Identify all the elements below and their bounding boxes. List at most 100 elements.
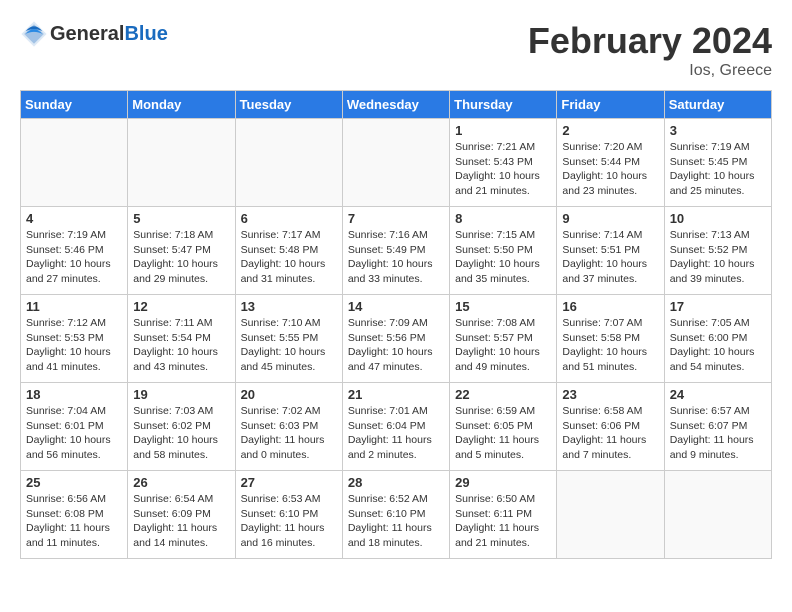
calendar-cell: 24 Sunrise: 6:57 AM Sunset: 6:07 PM Dayli… <box>664 383 771 471</box>
calendar-cell: 2 Sunrise: 7:20 AM Sunset: 5:44 PM Daylig… <box>557 119 664 207</box>
page-header: GeneralBlue February 2024 Ios, Greece <box>20 20 772 80</box>
day-info: Sunrise: 7:02 AM Sunset: 6:03 PM Dayligh… <box>241 404 337 463</box>
day-number: 9 <box>562 211 658 226</box>
calendar-week-row: 25 Sunrise: 6:56 AM Sunset: 6:08 PM Dayli… <box>21 471 772 559</box>
day-number: 18 <box>26 387 122 402</box>
day-number: 15 <box>455 299 551 314</box>
weekday-header: Monday <box>128 91 235 119</box>
day-info: Sunrise: 7:08 AM Sunset: 5:57 PM Dayligh… <box>455 316 551 375</box>
day-number: 8 <box>455 211 551 226</box>
day-number: 6 <box>241 211 337 226</box>
day-info: Sunrise: 7:03 AM Sunset: 6:02 PM Dayligh… <box>133 404 229 463</box>
day-number: 10 <box>670 211 766 226</box>
day-number: 4 <box>26 211 122 226</box>
day-info: Sunrise: 7:11 AM Sunset: 5:54 PM Dayligh… <box>133 316 229 375</box>
calendar-cell: 14Sunrise: 7:09 AM Sunset: 5:56 PM Dayli… <box>342 295 449 383</box>
day-info: Sunrise: 7:14 AM Sunset: 5:51 PM Dayligh… <box>562 228 658 287</box>
day-info: Sunrise: 7:19 AM Sunset: 5:46 PM Dayligh… <box>26 228 122 287</box>
weekday-header: Wednesday <box>342 91 449 119</box>
day-info: Sunrise: 7:21 AM Sunset: 5:43 PM Dayligh… <box>455 140 551 199</box>
day-number: 21 <box>348 387 444 402</box>
day-number: 7 <box>348 211 444 226</box>
calendar-week-row: 18 Sunrise: 7:04 AM Sunset: 6:01 PM Dayli… <box>21 383 772 471</box>
day-info: Sunrise: 7:09 AM Sunset: 5:56 PM Dayligh… <box>348 316 444 375</box>
day-info: Sunrise: 6:58 AM Sunset: 6:06 PM Dayligh… <box>562 404 658 463</box>
day-number: 27 <box>241 475 337 490</box>
day-info: Sunrise: 7:12 AM Sunset: 5:53 PM Dayligh… <box>26 316 122 375</box>
month-title: February 2024 <box>528 20 772 62</box>
day-info: Sunrise: 7:15 AM Sunset: 5:50 PM Dayligh… <box>455 228 551 287</box>
day-number: 28 <box>348 475 444 490</box>
calendar-cell <box>557 471 664 559</box>
logo: GeneralBlue <box>20 20 168 48</box>
day-number: 17 <box>670 299 766 314</box>
day-info: Sunrise: 6:50 AM Sunset: 6:11 PM Dayligh… <box>455 492 551 551</box>
day-info: Sunrise: 6:52 AM Sunset: 6:10 PM Dayligh… <box>348 492 444 551</box>
calendar-week-row: 1 Sunrise: 7:21 AM Sunset: 5:43 PM Daylig… <box>21 119 772 207</box>
day-number: 1 <box>455 123 551 138</box>
calendar-cell: 17 Sunrise: 7:05 AM Sunset: 6:00 PM Dayli… <box>664 295 771 383</box>
calendar-cell: 11 Sunrise: 7:12 AM Sunset: 5:53 PM Dayli… <box>21 295 128 383</box>
day-info: Sunrise: 6:56 AM Sunset: 6:08 PM Dayligh… <box>26 492 122 551</box>
calendar-cell: 20 Sunrise: 7:02 AM Sunset: 6:03 PM Dayli… <box>235 383 342 471</box>
calendar-cell: 18 Sunrise: 7:04 AM Sunset: 6:01 PM Dayli… <box>21 383 128 471</box>
calendar-cell: 1 Sunrise: 7:21 AM Sunset: 5:43 PM Daylig… <box>450 119 557 207</box>
day-info: Sunrise: 6:57 AM Sunset: 6:07 PM Dayligh… <box>670 404 766 463</box>
calendar-cell: 7 Sunrise: 7:16 AM Sunset: 5:49 PM Daylig… <box>342 207 449 295</box>
calendar-cell: 22Sunrise: 6:59 AM Sunset: 6:05 PM Dayli… <box>450 383 557 471</box>
day-number: 24 <box>670 387 766 402</box>
calendar-cell: 3 Sunrise: 7:19 AM Sunset: 5:45 PM Daylig… <box>664 119 771 207</box>
calendar-cell: 21Sunrise: 7:01 AM Sunset: 6:04 PM Dayli… <box>342 383 449 471</box>
day-info: Sunrise: 6:53 AM Sunset: 6:10 PM Dayligh… <box>241 492 337 551</box>
calendar-cell: 25 Sunrise: 6:56 AM Sunset: 6:08 PM Dayli… <box>21 471 128 559</box>
day-info: Sunrise: 7:17 AM Sunset: 5:48 PM Dayligh… <box>241 228 337 287</box>
day-info: Sunrise: 7:04 AM Sunset: 6:01 PM Dayligh… <box>26 404 122 463</box>
calendar-cell <box>342 119 449 207</box>
day-number: 23 <box>562 387 658 402</box>
calendar-cell: 10 Sunrise: 7:13 AM Sunset: 5:52 PM Dayli… <box>664 207 771 295</box>
day-info: Sunrise: 7:10 AM Sunset: 5:55 PM Dayligh… <box>241 316 337 375</box>
calendar-cell: 9 Sunrise: 7:14 AM Sunset: 5:51 PM Daylig… <box>557 207 664 295</box>
day-number: 19 <box>133 387 229 402</box>
day-info: Sunrise: 7:19 AM Sunset: 5:45 PM Dayligh… <box>670 140 766 199</box>
day-number: 2 <box>562 123 658 138</box>
day-number: 12 <box>133 299 229 314</box>
calendar-week-row: 11 Sunrise: 7:12 AM Sunset: 5:53 PM Dayli… <box>21 295 772 383</box>
calendar-cell <box>235 119 342 207</box>
calendar-cell: 27 Sunrise: 6:53 AM Sunset: 6:10 PM Dayli… <box>235 471 342 559</box>
logo-text: GeneralBlue <box>50 23 168 46</box>
calendar-table: SundayMondayTuesdayWednesdayThursdayFrid… <box>20 90 772 559</box>
location: Ios, Greece <box>528 62 772 80</box>
calendar-cell: 16Sunrise: 7:07 AM Sunset: 5:58 PM Dayli… <box>557 295 664 383</box>
title-area: February 2024 Ios, Greece <box>528 20 772 80</box>
day-info: Sunrise: 7:16 AM Sunset: 5:49 PM Dayligh… <box>348 228 444 287</box>
day-info: Sunrise: 7:20 AM Sunset: 5:44 PM Dayligh… <box>562 140 658 199</box>
day-number: 5 <box>133 211 229 226</box>
day-number: 25 <box>26 475 122 490</box>
logo-icon <box>20 20 48 48</box>
weekday-header: Saturday <box>664 91 771 119</box>
weekday-header: Thursday <box>450 91 557 119</box>
day-number: 20 <box>241 387 337 402</box>
calendar-cell: 29 Sunrise: 6:50 AM Sunset: 6:11 PM Dayli… <box>450 471 557 559</box>
day-info: Sunrise: 7:13 AM Sunset: 5:52 PM Dayligh… <box>670 228 766 287</box>
day-number: 26 <box>133 475 229 490</box>
day-number: 29 <box>455 475 551 490</box>
weekday-header: Friday <box>557 91 664 119</box>
calendar-cell: 4 Sunrise: 7:19 AM Sunset: 5:46 PM Daylig… <box>21 207 128 295</box>
calendar-cell: 8 Sunrise: 7:15 AM Sunset: 5:50 PM Daylig… <box>450 207 557 295</box>
calendar-cell: 26Sunrise: 6:54 AM Sunset: 6:09 PM Dayli… <box>128 471 235 559</box>
day-number: 3 <box>670 123 766 138</box>
calendar-cell: 15 Sunrise: 7:08 AM Sunset: 5:57 PM Dayli… <box>450 295 557 383</box>
calendar-cell: 12 Sunrise: 7:11 AM Sunset: 5:54 PM Dayli… <box>128 295 235 383</box>
day-number: 16 <box>562 299 658 314</box>
day-number: 11 <box>26 299 122 314</box>
calendar-cell: 13Sunrise: 7:10 AM Sunset: 5:55 PM Dayli… <box>235 295 342 383</box>
calendar-cell: 6 Sunrise: 7:17 AM Sunset: 5:48 PM Daylig… <box>235 207 342 295</box>
calendar-cell: 28 Sunrise: 6:52 AM Sunset: 6:10 PM Dayli… <box>342 471 449 559</box>
day-info: Sunrise: 7:05 AM Sunset: 6:00 PM Dayligh… <box>670 316 766 375</box>
calendar-cell <box>21 119 128 207</box>
calendar-cell: 5Sunrise: 7:18 AM Sunset: 5:47 PM Daylig… <box>128 207 235 295</box>
calendar-week-row: 4 Sunrise: 7:19 AM Sunset: 5:46 PM Daylig… <box>21 207 772 295</box>
day-number: 22 <box>455 387 551 402</box>
